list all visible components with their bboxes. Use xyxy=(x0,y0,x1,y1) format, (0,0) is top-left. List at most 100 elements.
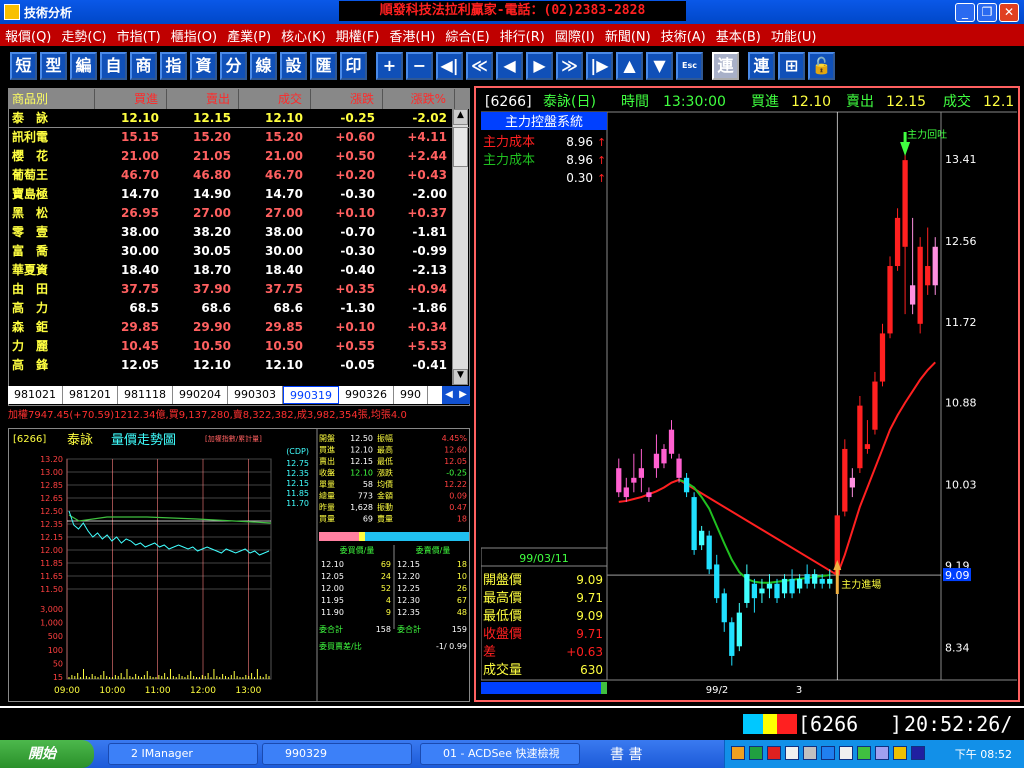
header-name[interactable]: 商品別 xyxy=(9,89,95,109)
header-ask[interactable]: 賣出 xyxy=(167,89,239,109)
tray-app-icon[interactable] xyxy=(893,746,907,760)
tray-app-icon[interactable] xyxy=(749,746,763,760)
tray-app-icon[interactable] xyxy=(731,746,745,760)
quote-scrollbar[interactable]: ▲ ▼ xyxy=(452,109,468,385)
quote-row[interactable]: 高 力 68.5 68.6 68.6 -1.30 -1.86 xyxy=(9,299,469,318)
toolbar-button-14[interactable]: ◀| xyxy=(436,52,463,80)
toolbar-button-3[interactable]: 自 xyxy=(100,52,127,80)
quote-row[interactable]: 櫻 花 21.00 21.05 21.00 +0.50 +2.44 xyxy=(9,147,469,166)
toolbar-button-11[interactable]: 印 xyxy=(340,52,367,80)
kline-x-label: 3 xyxy=(796,685,802,696)
toolbar-button-24[interactable]: 連 xyxy=(748,52,775,80)
header-change-pct[interactable]: 漲跌% xyxy=(383,89,455,109)
quote-row[interactable]: 華夏資 18.40 18.70 18.40 -0.40 -2.13 xyxy=(9,261,469,280)
scroll-up-arrow-icon[interactable]: ▲ xyxy=(453,109,468,125)
scroll-thumb[interactable] xyxy=(453,127,468,167)
candle-body xyxy=(683,477,690,493)
header-bid[interactable]: 買進 xyxy=(95,89,167,109)
task-acdsee[interactable]: 01 - ACDSee 快速檢視 xyxy=(420,743,580,765)
toolbar-button-26[interactable]: 🔓 xyxy=(808,52,835,80)
toolbar-button-18[interactable]: ≫ xyxy=(556,52,583,80)
toolbar-button-17[interactable]: ▶ xyxy=(526,52,553,80)
kline-last-label: 成交 xyxy=(943,93,971,110)
toolbar-button-4[interactable]: 商 xyxy=(130,52,157,80)
menu-item-9[interactable]: 排行(R) xyxy=(495,26,550,45)
start-button[interactable]: 開始 xyxy=(0,740,94,768)
header-change[interactable]: 漲跌 xyxy=(311,89,383,109)
date-tab-6[interactable]: 990326 xyxy=(339,386,394,404)
tray-app-icon[interactable] xyxy=(911,746,925,760)
date-tab-0[interactable]: 981021 xyxy=(8,386,63,404)
quote-row[interactable]: 高 鋒 12.05 12.10 12.10 -0.05 -0.41 xyxy=(9,356,469,375)
restore-button[interactable]: ❐ xyxy=(977,3,997,22)
scroll-down-arrow-icon[interactable]: ▼ xyxy=(453,369,468,385)
date-tab-2[interactable]: 981118 xyxy=(118,386,173,404)
tray-app-icon[interactable] xyxy=(875,746,889,760)
toolbar-button-16[interactable]: ◀ xyxy=(496,52,523,80)
date-tab-3[interactable]: 990204 xyxy=(173,386,228,404)
tray-app-icon[interactable] xyxy=(821,746,835,760)
header-last[interactable]: 成交 xyxy=(239,89,311,109)
toolbar-button-19[interactable]: |▶ xyxy=(586,52,613,80)
tab-scroll-right-icon[interactable]: ▶ xyxy=(456,386,470,404)
quote-row[interactable]: 訊利電 15.15 15.20 15.20 +0.60 +4.11 xyxy=(9,128,469,147)
menu-item-1[interactable]: 走勢(C) xyxy=(56,26,111,45)
menu-item-12[interactable]: 技術(A) xyxy=(656,26,711,45)
ime-indicator[interactable]: 書 書 xyxy=(610,744,642,764)
menu-item-4[interactable]: 產業(P) xyxy=(222,26,276,45)
menu-item-11[interactable]: 新聞(N) xyxy=(600,26,656,45)
toolbar-button-2[interactable]: 編 xyxy=(70,52,97,80)
toolbar-button-25[interactable]: ⊞ xyxy=(778,52,805,80)
menu-item-0[interactable]: 報價(Q) xyxy=(0,26,56,45)
minimize-button[interactable]: _ xyxy=(955,3,975,22)
toolbar-button-21[interactable]: ▼ xyxy=(646,52,673,80)
toolbar-button-6[interactable]: 資 xyxy=(190,52,217,80)
quote-row[interactable]: 由 田 37.75 37.90 37.75 +0.35 +0.94 xyxy=(9,280,469,299)
toolbar-button-0[interactable]: 短 xyxy=(10,52,37,80)
date-tab-7[interactable]: 990 xyxy=(394,386,428,404)
toolbar-button-5[interactable]: 指 xyxy=(160,52,187,80)
toolbar-button-9[interactable]: 設 xyxy=(280,52,307,80)
toolbar-button-23[interactable]: 連 xyxy=(712,52,739,80)
toolbar-button-7[interactable]: 分 xyxy=(220,52,247,80)
toolbar-button-12[interactable]: + xyxy=(376,52,403,80)
quote-row[interactable]: 力 麗 10.45 10.50 10.50 +0.55 +5.53 xyxy=(9,337,469,356)
tray-app-icon[interactable] xyxy=(803,746,817,760)
tab-scroll-left-icon[interactable]: ◀ xyxy=(442,386,456,404)
menu-item-6[interactable]: 期權(F) xyxy=(331,26,385,45)
tray-app-icon[interactable] xyxy=(785,746,799,760)
quote-row[interactable]: 零 壹 38.00 38.20 38.00 -0.70 -1.81 xyxy=(9,223,469,242)
menu-item-8[interactable]: 綜合(E) xyxy=(440,26,494,45)
task-folder-990329[interactable]: 990329 xyxy=(262,743,412,765)
toolbar-button-8[interactable]: 線 xyxy=(250,52,277,80)
info-value: 630 xyxy=(580,663,603,677)
menu-item-5[interactable]: 核心(K) xyxy=(276,26,331,45)
quote-row[interactable]: 森 鉅 29.85 29.90 29.85 +0.10 +0.34 xyxy=(9,318,469,337)
date-tab-1[interactable]: 981201 xyxy=(63,386,118,404)
scroll-track[interactable] xyxy=(453,169,468,369)
date-tab-4[interactable]: 990303 xyxy=(228,386,283,404)
toolbar-button-1[interactable]: 型 xyxy=(40,52,67,80)
quote-row[interactable]: 泰 詠 12.10 12.15 12.10 -0.25 -2.02 xyxy=(9,109,469,128)
menu-item-13[interactable]: 基本(B) xyxy=(711,26,766,45)
menu-item-3[interactable]: 櫃指(O) xyxy=(166,26,222,45)
tray-app-icon[interactable] xyxy=(857,746,871,760)
quote-row[interactable]: 葡萄王 46.70 46.80 46.70 +0.20 +0.43 xyxy=(9,166,469,185)
task-imanager[interactable]: 2 IManager xyxy=(108,743,258,765)
toolbar-button-20[interactable]: ▲ xyxy=(616,52,643,80)
tray-app-icon[interactable] xyxy=(839,746,853,760)
quote-row[interactable]: 寶島極 14.70 14.90 14.70 -0.30 -2.00 xyxy=(9,185,469,204)
menu-item-14[interactable]: 功能(U) xyxy=(766,26,822,45)
toolbar-button-10[interactable]: 匯 xyxy=(310,52,337,80)
date-tab-5[interactable]: 990319 xyxy=(283,386,339,404)
close-button[interactable]: ✕ xyxy=(999,3,1019,22)
toolbar-button-22[interactable]: Esc xyxy=(676,52,703,80)
tray-app-icon[interactable] xyxy=(767,746,781,760)
menu-item-10[interactable]: 國際(I) xyxy=(550,26,600,45)
quote-row[interactable]: 黑 松 26.95 27.00 27.00 +0.10 +0.37 xyxy=(9,204,469,223)
menu-item-2[interactable]: 市指(T) xyxy=(112,26,166,45)
menu-item-7[interactable]: 香港(H) xyxy=(384,26,440,45)
quote-row[interactable]: 富 喬 30.00 30.05 30.00 -0.30 -0.99 xyxy=(9,242,469,261)
toolbar-button-13[interactable]: − xyxy=(406,52,433,80)
toolbar-button-15[interactable]: ≪ xyxy=(466,52,493,80)
